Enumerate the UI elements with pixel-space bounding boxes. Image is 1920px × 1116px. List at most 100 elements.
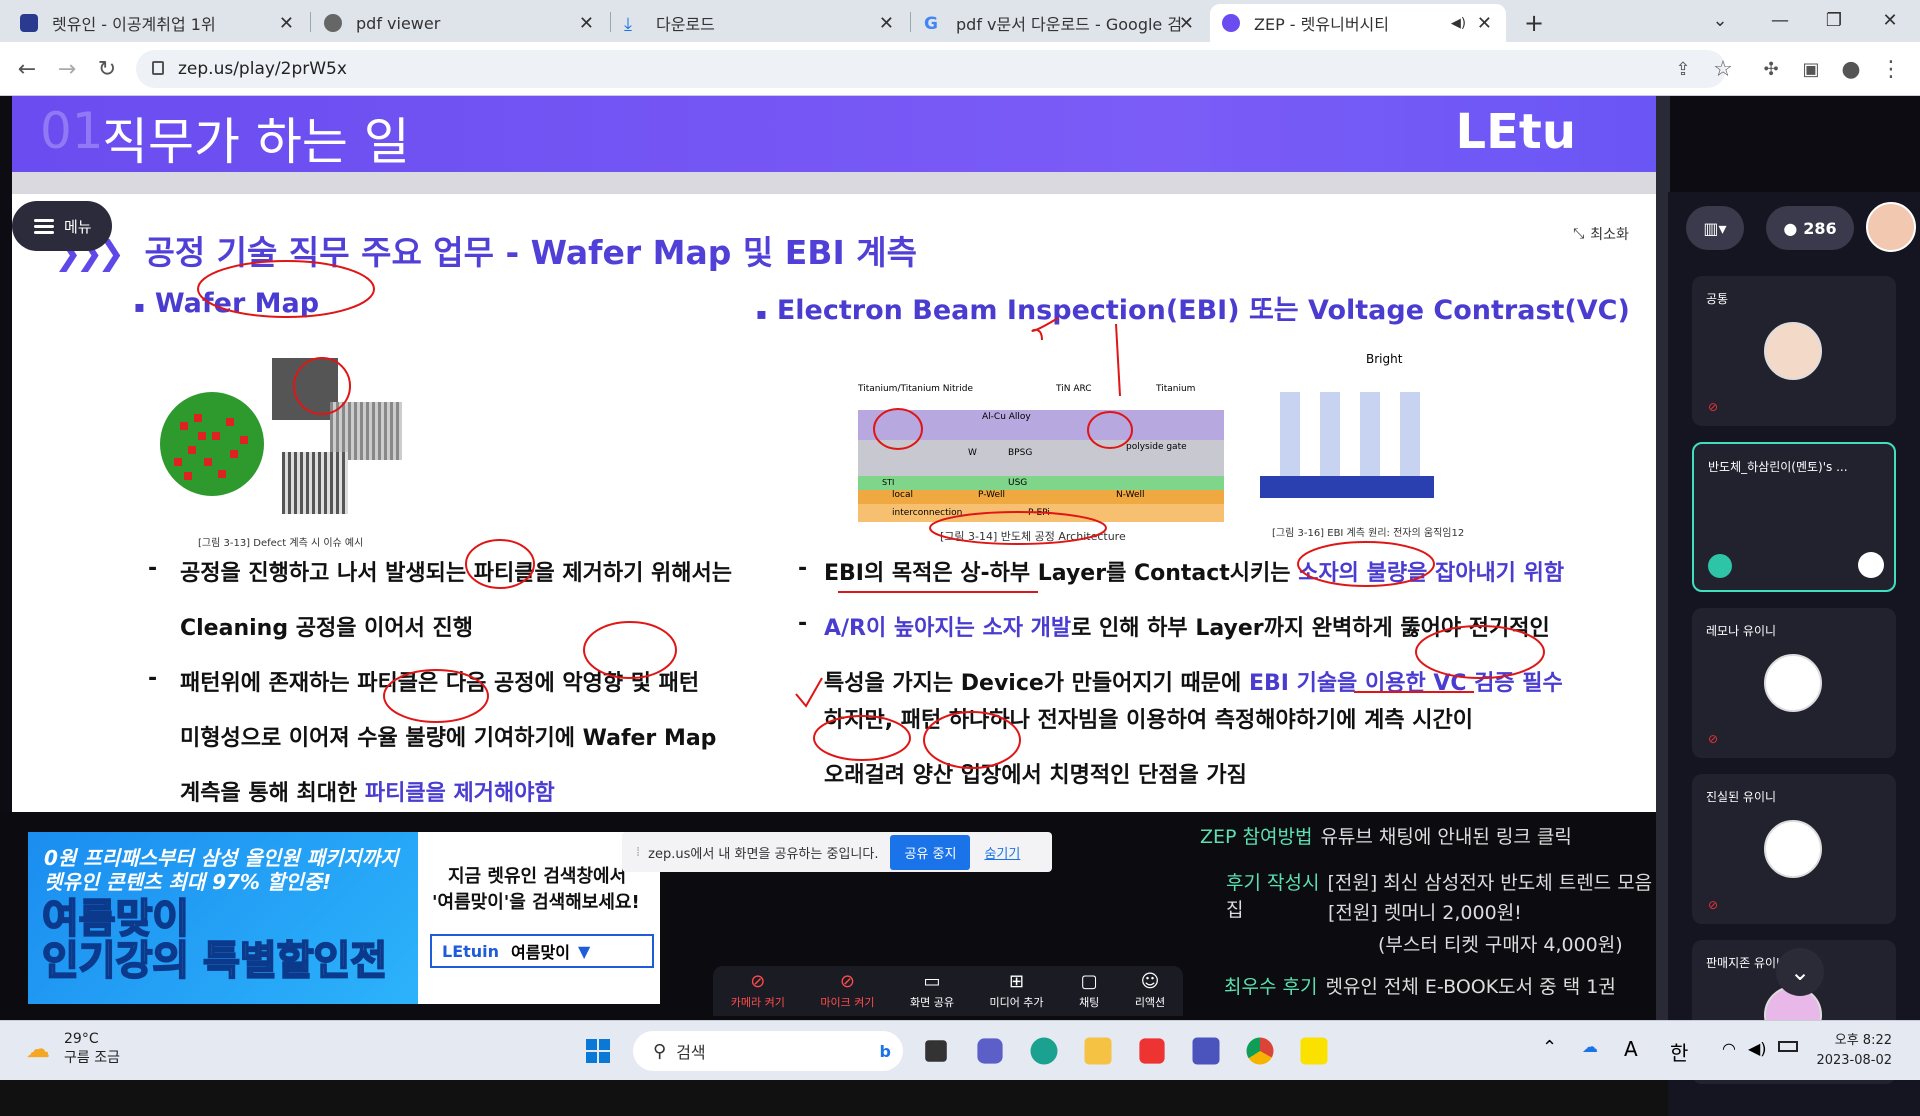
reaction-button[interactable]: ☺ 리액션 bbox=[1135, 971, 1165, 1010]
teams-chat-icon[interactable] bbox=[977, 1038, 1003, 1064]
clock-date: 2023-08-02 bbox=[1816, 1053, 1892, 1068]
layout-toggle-button[interactable]: ▥▾ bbox=[1686, 206, 1744, 250]
drag-handle-icon[interactable]: ⁞ bbox=[636, 845, 640, 860]
dock-label: 리액션 bbox=[1134, 996, 1166, 1009]
profile-icon[interactable]: ● bbox=[1836, 54, 1866, 84]
edge-icon[interactable] bbox=[1030, 1037, 1058, 1065]
tray-app-icon[interactable]: ☁ bbox=[1582, 1037, 1598, 1056]
extensions-icon[interactable]: ✣ bbox=[1756, 54, 1786, 84]
add-media-button[interactable]: ⊞ 미디어 추가 bbox=[989, 971, 1043, 1010]
teams-icon[interactable] bbox=[1192, 1037, 1220, 1065]
weather-widget[interactable]: ☁ 29°C 구름 조금 bbox=[26, 1031, 120, 1067]
address-bar[interactable]: zep.us/play/2prW5x bbox=[136, 50, 1726, 88]
dock-label: 화면 공유 bbox=[909, 996, 954, 1009]
search-placeholder: 검색 bbox=[676, 1043, 706, 1062]
minimize-window-icon[interactable]: — bbox=[1750, 0, 1810, 40]
clock[interactable]: 오후 8:22 2023-08-02 bbox=[1816, 1031, 1892, 1071]
tab-zep[interactable]: ZEP - 렛유니버시티 ◀) ✕ bbox=[1210, 4, 1506, 42]
info-value: [전원] 렛머니 2,000원! bbox=[1328, 902, 1522, 924]
file-explorer-icon[interactable] bbox=[1084, 1037, 1112, 1065]
bookmark-star-icon[interactable]: ☆ bbox=[1708, 54, 1738, 84]
battery-icon[interactable] bbox=[1778, 1041, 1798, 1052]
google-icon: G bbox=[924, 14, 938, 34]
info-line: 최우수 후기 렛유인 전체 E-BOOK도서 중 택 1권 bbox=[1224, 972, 1616, 999]
minimize-screen-button[interactable]: ⤡ 최소화 bbox=[1560, 216, 1642, 252]
screen-share-icon: ▭ bbox=[923, 971, 941, 992]
taskbar: ☁ 29°C 구름 조금 ⚲ 검색 b ⌃ ☁ A 한 ◠ ◀) 오후 8:22… bbox=[0, 1020, 1920, 1080]
mic-button[interactable]: ⊘ 마이크 켜기 bbox=[820, 971, 874, 1010]
participant-name: 판매지존 유이니 bbox=[1706, 956, 1788, 970]
promo-banner[interactable]: 0원 프리패스부터 삼성 올인원 패키지까지 렛유인 콘텐츠 최대 97% 할인… bbox=[28, 832, 660, 1004]
kakaotalk-icon[interactable] bbox=[1300, 1037, 1328, 1065]
info-key: 최우수 후기 bbox=[1224, 976, 1318, 998]
participant-card[interactable]: 레모나 유이니 ⊘ bbox=[1692, 608, 1896, 758]
avatar bbox=[1764, 820, 1822, 878]
avatar bbox=[1764, 322, 1822, 380]
restore-window-icon[interactable]: ❐ bbox=[1804, 0, 1864, 40]
hamburger-icon bbox=[34, 216, 54, 237]
dock-label: 카메라 켜기 bbox=[730, 996, 785, 1009]
bing-icon: b bbox=[879, 1041, 891, 1061]
participant-name: 반도체_하삼린이(멘토)'s ... bbox=[1708, 460, 1848, 474]
close-icon[interactable]: ✕ bbox=[1477, 13, 1492, 34]
my-avatar[interactable] bbox=[1866, 202, 1916, 252]
forward-icon[interactable]: → bbox=[52, 54, 82, 84]
mic-off-icon: ⊘ bbox=[839, 971, 855, 992]
back-icon[interactable]: ← bbox=[12, 54, 42, 84]
speaker-icon[interactable]: ◀) bbox=[1451, 16, 1466, 31]
chevron-down-icon[interactable]: ⌄ bbox=[1776, 948, 1824, 996]
users-count-button[interactable]: ● 286 bbox=[1766, 206, 1854, 250]
close-icon[interactable]: ✕ bbox=[1179, 13, 1194, 34]
ime-mode[interactable]: A bbox=[1624, 1037, 1638, 1061]
close-icon[interactable]: ✕ bbox=[279, 13, 294, 34]
reload-icon[interactable]: ↻ bbox=[92, 54, 122, 84]
promo-brand: LEtuin bbox=[442, 941, 500, 961]
caret-down-icon: ▼ bbox=[577, 941, 591, 961]
zep-page: 01 직무가 하는 일 LEtu ❯❯❯ 공정 기술 직무 주요 업무 - Wa… bbox=[0, 96, 1920, 1116]
mic-off-icon: ⊘ bbox=[1708, 898, 1719, 912]
lock-icon bbox=[152, 61, 164, 75]
close-icon[interactable]: ✕ bbox=[879, 13, 894, 34]
chrome-icon[interactable] bbox=[1246, 1037, 1274, 1065]
menu-button[interactable]: 메뉴 bbox=[12, 201, 112, 251]
tab-search-icon[interactable]: ⌄ bbox=[1690, 0, 1750, 40]
close-window-icon[interactable]: ✕ bbox=[1860, 0, 1920, 40]
wifi-icon[interactable]: ◠ bbox=[1722, 1039, 1736, 1058]
tab-pdf-viewer[interactable]: pdf viewer ✕ bbox=[312, 4, 608, 42]
taskbar-search[interactable]: ⚲ 검색 b bbox=[633, 1031, 903, 1071]
hide-link[interactable]: 숨기기 bbox=[984, 843, 1020, 862]
chevron-up-icon[interactable]: ⌃ bbox=[1542, 1037, 1557, 1058]
camera-button[interactable]: ⊘ 카메라 켜기 bbox=[731, 971, 785, 1010]
weather-icon: ☁ bbox=[26, 1035, 50, 1063]
chat-button[interactable]: ▢ 채팅 bbox=[1079, 971, 1099, 1010]
stop-sharing-button[interactable]: 공유 중지 bbox=[890, 834, 971, 870]
screen-share-bar: ⁞ zep.us에서 내 화면을 공유하는 중입니다. 공유 중지 숨기기 bbox=[622, 832, 1052, 872]
tab-downloads[interactable]: ⤓ 다운로드 ✕ bbox=[612, 4, 908, 42]
info-line: (부스터 티켓 구매자 4,000원) bbox=[1378, 930, 1623, 957]
info-line: [전원] 렛머니 2,000원! bbox=[1328, 898, 1522, 925]
participant-card[interactable]: 진실된 유이니 ⊘ bbox=[1692, 774, 1896, 924]
task-view-icon[interactable] bbox=[925, 1040, 947, 1062]
smile-icon: ☺ bbox=[1140, 971, 1160, 992]
participant-card[interactable]: 공통 ⊘ bbox=[1692, 276, 1896, 426]
tab-letuin[interactable]: 렛유인 - 이공계취업 1위 ✕ bbox=[8, 4, 308, 42]
globe-icon bbox=[324, 14, 342, 32]
screen-share-button[interactable]: ▭ 화면 공유 bbox=[910, 971, 954, 1010]
close-icon[interactable]: ✕ bbox=[579, 13, 594, 34]
info-value: (부스터 티켓 구매자 4,000원) bbox=[1378, 934, 1623, 956]
windows-start-icon[interactable] bbox=[580, 1033, 616, 1069]
promo-headline: 여름맞이 인기강의 특별할인전 bbox=[41, 896, 388, 984]
new-tab-button[interactable]: + bbox=[1512, 4, 1552, 42]
acrobat-icon[interactable] bbox=[1139, 1038, 1165, 1064]
info-key: ZEP 참여방법 bbox=[1200, 826, 1313, 848]
promo-headline-1: 여름맞이 bbox=[41, 896, 190, 942]
promo-headline-2: 인기강의 특별할인전 bbox=[41, 938, 388, 984]
tab-google[interactable]: G pdf v문서 다운로드 - Google 검 ✕ bbox=[912, 4, 1208, 42]
share-icon[interactable]: ⇪ bbox=[1668, 54, 1698, 84]
kebab-menu-icon[interactable]: ⋮ bbox=[1876, 54, 1906, 84]
side-panel-icon[interactable]: ▣ bbox=[1796, 54, 1826, 84]
avatar bbox=[1858, 552, 1884, 578]
ime-language[interactable]: 한 bbox=[1670, 1037, 1688, 1066]
volume-icon[interactable]: ◀) bbox=[1748, 1039, 1767, 1058]
participant-card[interactable]: 반도체_하삼린이(멘토)'s ... bbox=[1692, 442, 1896, 592]
